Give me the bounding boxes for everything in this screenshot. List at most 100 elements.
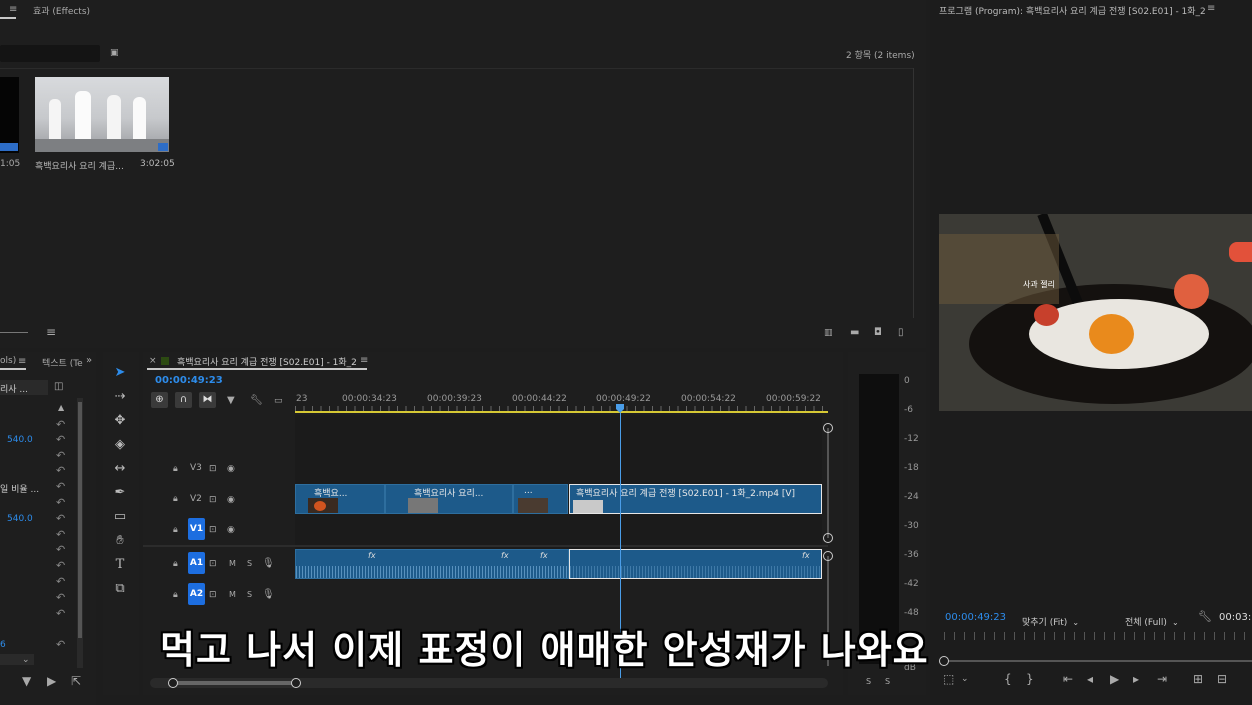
go-to-out-icon[interactable]: ⇥ [1157, 673, 1167, 685]
sync-lock-icon[interactable]: ⊡ [209, 524, 217, 536]
menu-icon[interactable]: ≡ [18, 356, 26, 367]
mark-out-icon[interactable]: } [1026, 673, 1034, 685]
project-scrollbar[interactable] [913, 68, 914, 318]
video-clip[interactable]: ... [513, 484, 568, 514]
zoom-slider[interactable] [0, 332, 28, 333]
reset-icon[interactable]: ↶ [56, 559, 65, 572]
add-marker-icon[interactable]: ▼ [227, 395, 235, 407]
tab-text[interactable]: 텍스트 (Te [42, 356, 83, 369]
step-forward-icon[interactable]: ▸ [1133, 673, 1139, 685]
audio-clip[interactable]: fx fx fx [295, 549, 569, 579]
tab-effects[interactable]: 효과 (Effects) [33, 4, 90, 17]
mute-button[interactable]: M [229, 559, 236, 568]
lift-icon[interactable]: ⊞ [1193, 673, 1203, 685]
reset-icon[interactable]: ↶ [56, 512, 65, 525]
track-target-a2[interactable]: A2 [188, 583, 205, 605]
ripple-edit-tool-icon[interactable]: ✥ [110, 412, 130, 430]
search-input[interactable] [0, 45, 100, 62]
scroll-handle[interactable] [823, 423, 833, 433]
program-video-frame[interactable]: 사과 젤리 [939, 214, 1252, 411]
hand-tool-icon[interactable]: ✋︎ [110, 532, 130, 550]
lock-icon[interactable]: 🔒︎ [173, 463, 178, 475]
play-audio-icon[interactable]: ▶ [47, 675, 56, 687]
eye-icon[interactable]: ◉ [227, 463, 235, 475]
generative-extend-icon[interactable]: ⧉ [110, 580, 130, 598]
reset-icon[interactable]: ↶ [56, 528, 65, 541]
reset-icon[interactable]: ↶ [56, 543, 65, 556]
new-bin-icon[interactable]: ▣ [110, 47, 119, 59]
reset-icon[interactable]: ↶ [56, 464, 65, 477]
reset-icon[interactable]: ↶ [56, 607, 65, 620]
reset-icon[interactable]: ↶ [56, 638, 65, 651]
sync-lock-icon[interactable]: ⊡ [209, 494, 217, 506]
lock-icon[interactable]: 🔒︎ [173, 524, 178, 536]
video-clip[interactable]: 흑백요... [295, 484, 385, 514]
close-icon[interactable]: × [149, 356, 157, 366]
program-scrubber-handle[interactable] [939, 656, 949, 666]
linked-selection-icon[interactable]: ⧓ [199, 392, 216, 408]
solo-button[interactable]: S [866, 677, 871, 686]
video-clip[interactable]: 흑백요리사 요리... [385, 484, 513, 514]
clip-thumbnail[interactable] [35, 77, 169, 152]
fit-select[interactable]: 맞추기 (Fit) ⌄ [1022, 610, 1090, 628]
sync-lock-icon[interactable]: ⊡ [209, 463, 217, 475]
panel-icon[interactable]: ◫ [54, 381, 63, 393]
scroll-handle[interactable] [168, 678, 178, 688]
reset-icon[interactable]: ↶ [56, 496, 65, 509]
horizontal-scroll-thumb[interactable] [172, 681, 296, 685]
nest-toggle-icon[interactable]: ⊕ [151, 392, 168, 408]
snap-icon[interactable]: ∩ [175, 392, 192, 408]
vertical-scrollbar[interactable] [827, 428, 829, 538]
trash-icon[interactable]: ▯ [898, 327, 904, 339]
reset-icon[interactable]: ↶ [56, 575, 65, 588]
reset-icon[interactable]: ↶ [56, 591, 65, 604]
mute-button[interactable]: M [229, 590, 236, 599]
solo-button[interactable]: S [885, 677, 890, 686]
reset-icon[interactable]: ↶ [56, 418, 65, 431]
more-tabs-icon[interactable]: » [86, 355, 92, 366]
sync-lock-icon[interactable]: ⊡ [209, 589, 217, 601]
track-target-a1[interactable]: A1 [188, 552, 205, 574]
sequence-tab[interactable]: 흑백요리사 요리 계급 전쟁 [S02.E01] - 1화_2 [177, 355, 357, 368]
video-clip-selected[interactable]: 흑백요리사 요리 계급 전쟁 [S02.E01] - 1화_2.mp4 [V] [569, 484, 822, 514]
new-bin-icon[interactable]: ▬ [850, 327, 859, 339]
ec-scroll-thumb[interactable] [78, 402, 82, 638]
captions-icon[interactable]: ▭ [274, 395, 283, 407]
new-item-icon[interactable]: ◘ [874, 327, 882, 339]
selection-tool-icon[interactable]: ➤ [110, 364, 130, 382]
lock-icon[interactable]: 🔒︎ [173, 493, 178, 505]
lock-icon[interactable]: 🔒︎ [173, 558, 178, 570]
pen-tool-icon[interactable]: ✒ [110, 484, 130, 502]
wrench-icon[interactable]: 🔧︎ [1198, 611, 1212, 623]
chevron-down-icon[interactable]: ⌄ [961, 673, 969, 685]
position-value[interactable]: 540.0 [7, 435, 33, 445]
scroll-handle[interactable] [291, 678, 301, 688]
program-scrubber[interactable] [944, 660, 1252, 662]
step-back-icon[interactable]: ◂ [1087, 673, 1093, 685]
menu-icon[interactable]: ≡ [1207, 3, 1215, 14]
automate-icon[interactable]: ▥ [824, 327, 833, 339]
clip-thumbnail-partial[interactable] [0, 77, 19, 153]
filter-icon[interactable]: ▼ [22, 675, 31, 687]
menu-icon[interactable]: ≡ [9, 4, 17, 15]
microphone-icon[interactable]: 🎙︎ [262, 589, 275, 601]
wrench-icon[interactable]: 🔧︎ [250, 395, 263, 407]
work-area-bar[interactable] [295, 411, 828, 413]
track-select-tool-icon[interactable]: ⇢ [110, 388, 130, 406]
rectangle-tool-icon[interactable]: ▭ [110, 508, 130, 526]
program-timecode[interactable]: 00:00:49:23 [945, 612, 1006, 623]
tab-effect-controls[interactable]: ols) [0, 356, 16, 366]
slip-tool-icon[interactable]: ↔ [110, 460, 130, 478]
reset-icon[interactable]: ↶ [56, 480, 65, 493]
lock-icon[interactable]: 🔒︎ [173, 589, 178, 601]
mark-in-icon[interactable]: { [1004, 673, 1012, 685]
microphone-icon[interactable]: 🎙︎ [262, 558, 275, 570]
anchor-value[interactable]: 540.0 [7, 514, 33, 524]
type-tool-icon[interactable]: T [110, 556, 130, 574]
quality-select[interactable]: 전체 (Full) ⌄ [1125, 610, 1189, 628]
program-ruler[interactable] [944, 632, 1252, 640]
reset-icon[interactable]: ↶ [56, 449, 65, 462]
eye-icon[interactable]: ◉ [227, 524, 235, 536]
solo-button[interactable]: S [247, 559, 252, 568]
reset-icon[interactable]: ↶ [56, 433, 65, 446]
